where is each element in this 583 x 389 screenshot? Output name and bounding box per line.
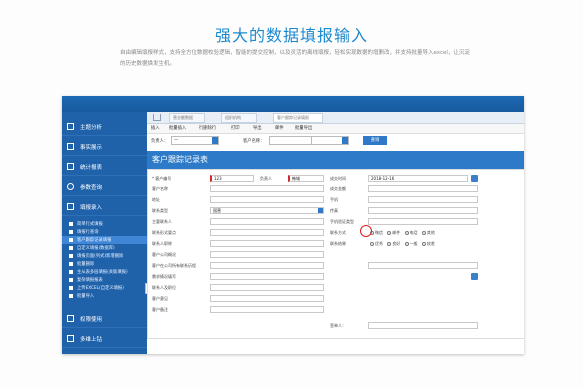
- sidebar-subitem[interactable]: 自定义填报(数据库): [62, 244, 147, 252]
- field-label: 手机验证类型: [330, 219, 354, 224]
- sidebar-item-drill[interactable]: 多维上钻: [62, 330, 147, 348]
- doc-icon: [69, 278, 73, 282]
- sidebar-item-query[interactable]: 参数查询: [62, 178, 147, 196]
- contact-title-input[interactable]: [210, 240, 324, 247]
- chevron-down-icon: [318, 208, 323, 213]
- calendar-icon[interactable]: [471, 175, 478, 182]
- field-label: 联系人及职位: [152, 285, 176, 290]
- signer-input[interactable]: [368, 322, 478, 329]
- app-screenshot: 主题分析 事实展示 统计报表 参数查询 填报录入 简单行式填报 填报行查询 客户…: [62, 96, 524, 354]
- contact-method-radios: 微信 邮件 电话 其他: [370, 230, 435, 236]
- field-label: 地址: [152, 197, 160, 202]
- contact-position-input[interactable]: [210, 284, 324, 291]
- search-icon: [67, 183, 74, 190]
- extra-input[interactable]: [368, 262, 478, 269]
- description: 自由编辑填报样式，支持全方位数据校验逻辑，智能的提交控制，以及灵活的离线填报，轻…: [120, 50, 470, 67]
- sidebar-item-permissions[interactable]: 权限使用: [62, 310, 147, 328]
- cube-icon: [67, 335, 74, 342]
- doc-icon: [69, 230, 73, 234]
- field-label: 手机: [330, 197, 338, 202]
- history-input[interactable]: [210, 262, 324, 269]
- form-area: 客户跟踪记录表 * 客户编号 客户名称 地址 联系类型 主要联系人 联系形式要点…: [147, 112, 524, 354]
- lock-icon: [67, 315, 74, 322]
- verify-type-input[interactable]: [368, 218, 478, 225]
- doc-icon: [69, 270, 73, 274]
- field-label: 成交金额: [330, 186, 346, 191]
- doc-icon: [69, 222, 73, 226]
- sidebar-subitem[interactable]: 批量导入: [62, 292, 147, 300]
- sidebar-item-analysis[interactable]: 主题分析: [62, 118, 147, 136]
- signer-label: 签单人：: [330, 323, 346, 328]
- radio-option[interactable]: 电话: [404, 230, 418, 235]
- field-label: 客户公司概况: [152, 252, 176, 257]
- sidebar-subitem-active[interactable]: 客户跟踪记录填报: [62, 236, 147, 244]
- sidebar-subitem[interactable]: 简单行式填报: [62, 220, 147, 228]
- sidebar-subitem[interactable]: 填报页面(列式)新增删除: [62, 252, 147, 260]
- company-profile-input[interactable]: [210, 251, 324, 258]
- doc-icon: [69, 294, 73, 298]
- field-label: 联系结果: [330, 241, 346, 246]
- doc-icon: [69, 238, 73, 242]
- chart-icon: [67, 123, 74, 130]
- calendar-icon[interactable]: [471, 273, 478, 280]
- promo-page: 强大的数据填报输入 自由编辑填报样式，支持全方位数据校验逻辑，智能的提交控制，以…: [0, 0, 583, 389]
- sidebar-item-entry[interactable]: 填报录入: [62, 198, 147, 216]
- field-label: 客户名称: [152, 186, 168, 191]
- table-icon: [67, 163, 74, 170]
- sidebar-item-display[interactable]: 事实展示: [62, 138, 147, 156]
- sidebar: 主题分析 事实展示 统计报表 参数查询 填报录入 简单行式填报 填报行查询 客户…: [62, 112, 147, 354]
- radio-option[interactable]: 邮件: [387, 230, 400, 235]
- doc-icon: [69, 246, 73, 250]
- contact-points-input[interactable]: [210, 229, 324, 236]
- sidebar-subitem[interactable]: 填报行查询: [62, 228, 147, 236]
- customer-note-input[interactable]: [210, 306, 324, 313]
- field-label: 传真: [330, 208, 338, 213]
- field-label: 联系形式要点: [152, 230, 176, 235]
- monitor-icon: [67, 143, 74, 150]
- field-label: 联系类型: [152, 208, 168, 213]
- field-label: 联系人职称: [152, 241, 172, 246]
- field-label: * 客户编号: [152, 176, 172, 181]
- radio-option[interactable]: 一般: [404, 241, 418, 246]
- deal-amount-input[interactable]: [368, 185, 478, 192]
- headline: 强大的数据填报输入: [214, 26, 368, 45]
- highlight-circle: [360, 225, 372, 237]
- contact-result-radios: 优秀 良好 一般 较差: [370, 241, 435, 247]
- radio-option[interactable]: 较差: [421, 241, 435, 246]
- pencil-icon: [67, 203, 74, 210]
- field-label: 客户意见: [152, 296, 168, 301]
- needs-input[interactable]: [210, 273, 324, 280]
- owner-label: 负责人: [260, 176, 272, 181]
- field-label: 客户备注: [152, 307, 168, 312]
- customer-opinion-input[interactable]: [210, 295, 324, 302]
- doc-icon: [69, 254, 73, 258]
- form-title: 客户跟踪记录表: [147, 151, 524, 169]
- radio-option[interactable]: 良好: [387, 241, 400, 246]
- doc-icon: [69, 262, 73, 266]
- field-label: 需求情况填写: [152, 274, 176, 279]
- address-input[interactable]: [210, 196, 324, 203]
- sidebar-item-reports[interactable]: 统计报表: [62, 158, 147, 176]
- sidebar-subitem[interactable]: 主从表多层填报(关联填报): [62, 268, 147, 276]
- sidebar-subitem[interactable]: 复杂填报报表: [62, 276, 147, 284]
- mobile-input[interactable]: [368, 196, 478, 203]
- owner-input[interactable]: 韩城: [288, 175, 324, 182]
- sidebar-subitem[interactable]: 上传EXCEL(自定义填报): [62, 284, 147, 292]
- field-label: 主要联系人: [152, 219, 172, 224]
- fax-input[interactable]: [368, 207, 478, 214]
- doc-icon: [69, 286, 73, 290]
- sidebar-subitem[interactable]: 批量删除: [62, 260, 147, 268]
- deal-date-input[interactable]: 2018-12-16: [368, 175, 468, 182]
- contact-type-select[interactable]: 国营: [210, 207, 324, 214]
- customer-name-input[interactable]: [210, 185, 324, 192]
- app-header-bar: [62, 96, 524, 112]
- main-contact-input[interactable]: [210, 218, 324, 225]
- customer-record-form: * 客户编号 客户名称 地址 联系类型 主要联系人 联系形式要点 联系人职称 客…: [147, 169, 524, 339]
- customer-no-input[interactable]: 123: [210, 175, 254, 182]
- radio-option[interactable]: 其他: [421, 230, 435, 235]
- radio-option[interactable]: 优秀: [370, 241, 383, 246]
- field-label: 成交时间: [330, 176, 346, 181]
- field-label: 客户在公司所有联系历程: [152, 263, 196, 268]
- field-label: 联系方式: [330, 230, 346, 235]
